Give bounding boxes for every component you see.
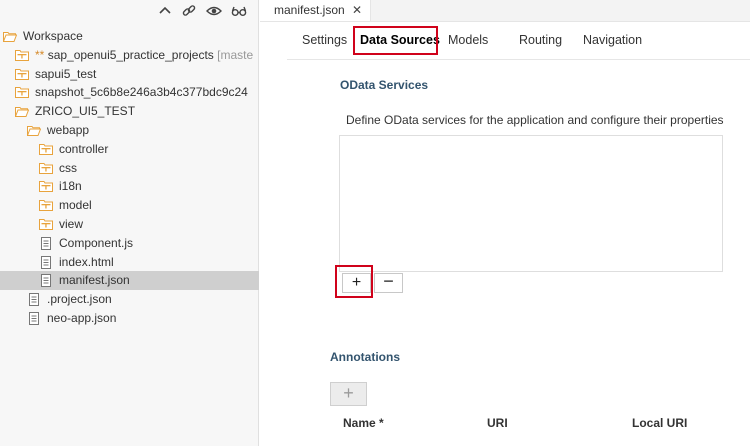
tree-item-label: sap_openui5_practice_projects [47,47,214,62]
tree-item-workspace[interactable]: Workspace [0,27,259,46]
modified-marker: ** [35,47,48,62]
tree-item-zrico-ui5-test[interactable]: ZRICO_UI5_TEST [0,102,259,121]
column-header-name: Name * [343,416,384,430]
folder-open-icon [3,30,17,43]
close-icon[interactable]: ✕ [352,3,362,17]
tree-item-snapshot-5c6b8e246a3b4c377bdc9c24[interactable]: snapshot_5c6b8e246a3b4c377bdc9c24 [0,83,259,102]
tree-item-model[interactable]: model [0,196,259,215]
tree-item-webapp[interactable]: webapp [0,121,259,140]
add-odata-service-button[interactable]: + [342,273,371,293]
tree-item-label: Workspace [23,29,83,43]
folder-icon [39,143,53,156]
tree-item-i18n[interactable]: i18n [0,177,259,196]
column-header-uri: URI [487,416,508,430]
tree-item-label: manifest.json [59,273,130,288]
tree-item-label: index.html [59,254,114,269]
tree-item-label: css [59,160,77,175]
folder-icon [15,86,29,99]
folder-icon [39,180,53,193]
tree-item-label: i18n [59,179,82,194]
file-icon [27,312,41,325]
tree-item-label: controller [59,141,109,156]
tree-item-label: ZRICO_UI5_TEST [35,104,136,119]
workspace-sidebar: Workspace ** sap_openui5_practice_project… [0,0,259,446]
tab-manifest-json[interactable]: manifest.json ✕ [260,0,371,21]
tree-item-label: view [59,217,84,231]
folder-open-icon [27,124,41,137]
tab-models[interactable]: Models [448,33,488,47]
tree-item-label: sapui5_test [35,66,97,81]
odata-services-title: OData Services [340,78,429,92]
file-icon [39,236,53,250]
file-icon [39,274,53,288]
descriptor-tabs: Settings Data Sources Models Routing Nav… [260,22,750,58]
link-icon[interactable] [181,3,197,19]
tree-item-label: snapshot_5c6b8e246a3b4c377bdc9c24 [35,85,248,100]
tree-item-label: neo-app.json [47,311,117,325]
tree-item-sapui5-test[interactable]: sapui5_test [0,65,259,84]
tree-item-view[interactable]: view [0,215,259,234]
column-header-local-uri: Local URI [632,416,688,430]
tab-label: manifest.json [274,3,345,17]
tree-item-manifest-json[interactable]: manifest.json [0,271,259,291]
git-branch-label: [maste [213,47,254,62]
tree-item-neo-app-json[interactable]: neo-app.json [0,309,259,328]
tree-item-project-json[interactable]: .project.json [0,290,259,309]
odata-services-description: Define OData services for the applicatio… [346,113,724,127]
add-annotation-button[interactable]: + [330,382,367,406]
annotations-title: Annotations [330,350,400,364]
tree-item-index-html[interactable]: index.html [0,253,259,272]
folder-icon [39,162,53,175]
folder-icon [39,199,53,212]
folder-icon [15,68,29,81]
tree-item-label: .project.json [47,292,112,307]
remove-odata-service-button[interactable]: − [374,272,403,293]
tree-item-sap-openui5-practice-projects[interactable]: ** sap_openui5_practice_projects [maste [0,46,259,65]
folder-icon [39,218,53,231]
file-icon [27,293,41,307]
sidebar-toolbar [0,0,258,22]
tab-settings[interactable]: Settings [302,33,347,47]
odata-services-list[interactable] [339,135,723,272]
tab-data-sources[interactable]: Data Sources [360,33,440,47]
tabs-divider [287,59,750,60]
collapse-all-icon[interactable] [157,3,173,19]
tree-item-css[interactable]: css [0,159,259,178]
editor-tab-bar: manifest.json ✕ [260,0,750,22]
file-icon [39,255,53,269]
tab-routing[interactable]: Routing [519,33,562,47]
eye-icon[interactable] [206,3,222,19]
tree-item-label: webapp [47,123,90,137]
tree-item-label: Component.js [59,235,134,250]
folder-open-icon [15,105,29,118]
tree-item-label: model [59,198,92,213]
folder-icon [15,49,29,62]
tab-navigation[interactable]: Navigation [583,33,642,47]
glasses-icon[interactable] [231,3,247,19]
tree-item-controller[interactable]: controller [0,140,259,159]
tree-item-component-js[interactable]: Component.js [0,234,259,253]
